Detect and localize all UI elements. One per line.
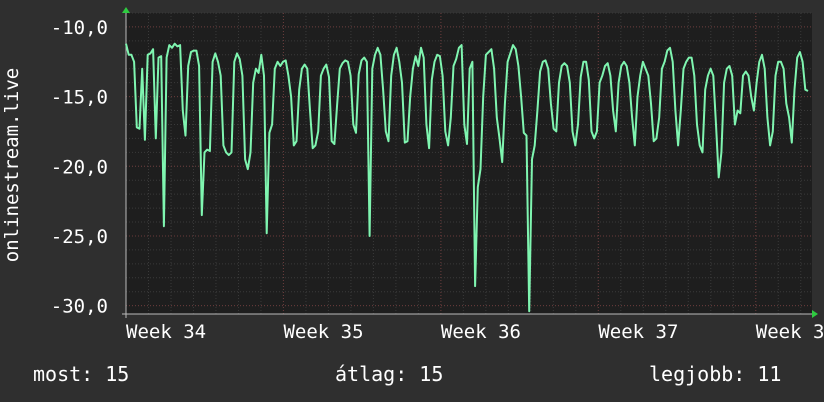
x-tick-label: Week 35: [283, 321, 363, 343]
x-tick-labels: Week 34 Week 35 Week 36 Week 37 Week 38: [126, 321, 824, 343]
x-tick-label: Week 34: [126, 321, 206, 343]
y-tick-labels: -10,0 -15,0 -20,0 -25,0 -30,0: [51, 17, 108, 318]
x-tick-label: Week 38: [756, 321, 824, 343]
average-value: 15: [419, 362, 444, 386]
y-axis-arrow: [122, 7, 130, 13]
average-stat: átlag: 15: [335, 362, 443, 386]
y-tick-label: -10,0: [51, 17, 108, 39]
current-stat: most: 15: [33, 362, 129, 386]
y-tick-label: -25,0: [51, 226, 108, 248]
y-tick-label: -15,0: [51, 87, 108, 109]
x-tick-label: Week 37: [598, 321, 678, 343]
current-label: most:: [33, 362, 94, 386]
x-axis-arrow: [812, 310, 818, 318]
y-tick-label: -20,0: [51, 156, 108, 178]
line-chart: -10,0 -15,0 -20,0 -25,0 -30,0 Week 34 Week 35…: [51, 7, 824, 343]
best-value: 11: [757, 362, 782, 386]
plot-background: [126, 13, 812, 314]
best-stat: legjobb: 11: [649, 362, 781, 386]
current-value: 15: [105, 362, 130, 386]
best-label: legjobb:: [649, 362, 746, 386]
y-tick-label: -30,0: [51, 296, 108, 318]
average-label: átlag:: [335, 362, 408, 386]
x-tick-label: Week 36: [441, 321, 521, 343]
y-axis-label: onlinestream.live: [1, 67, 23, 263]
